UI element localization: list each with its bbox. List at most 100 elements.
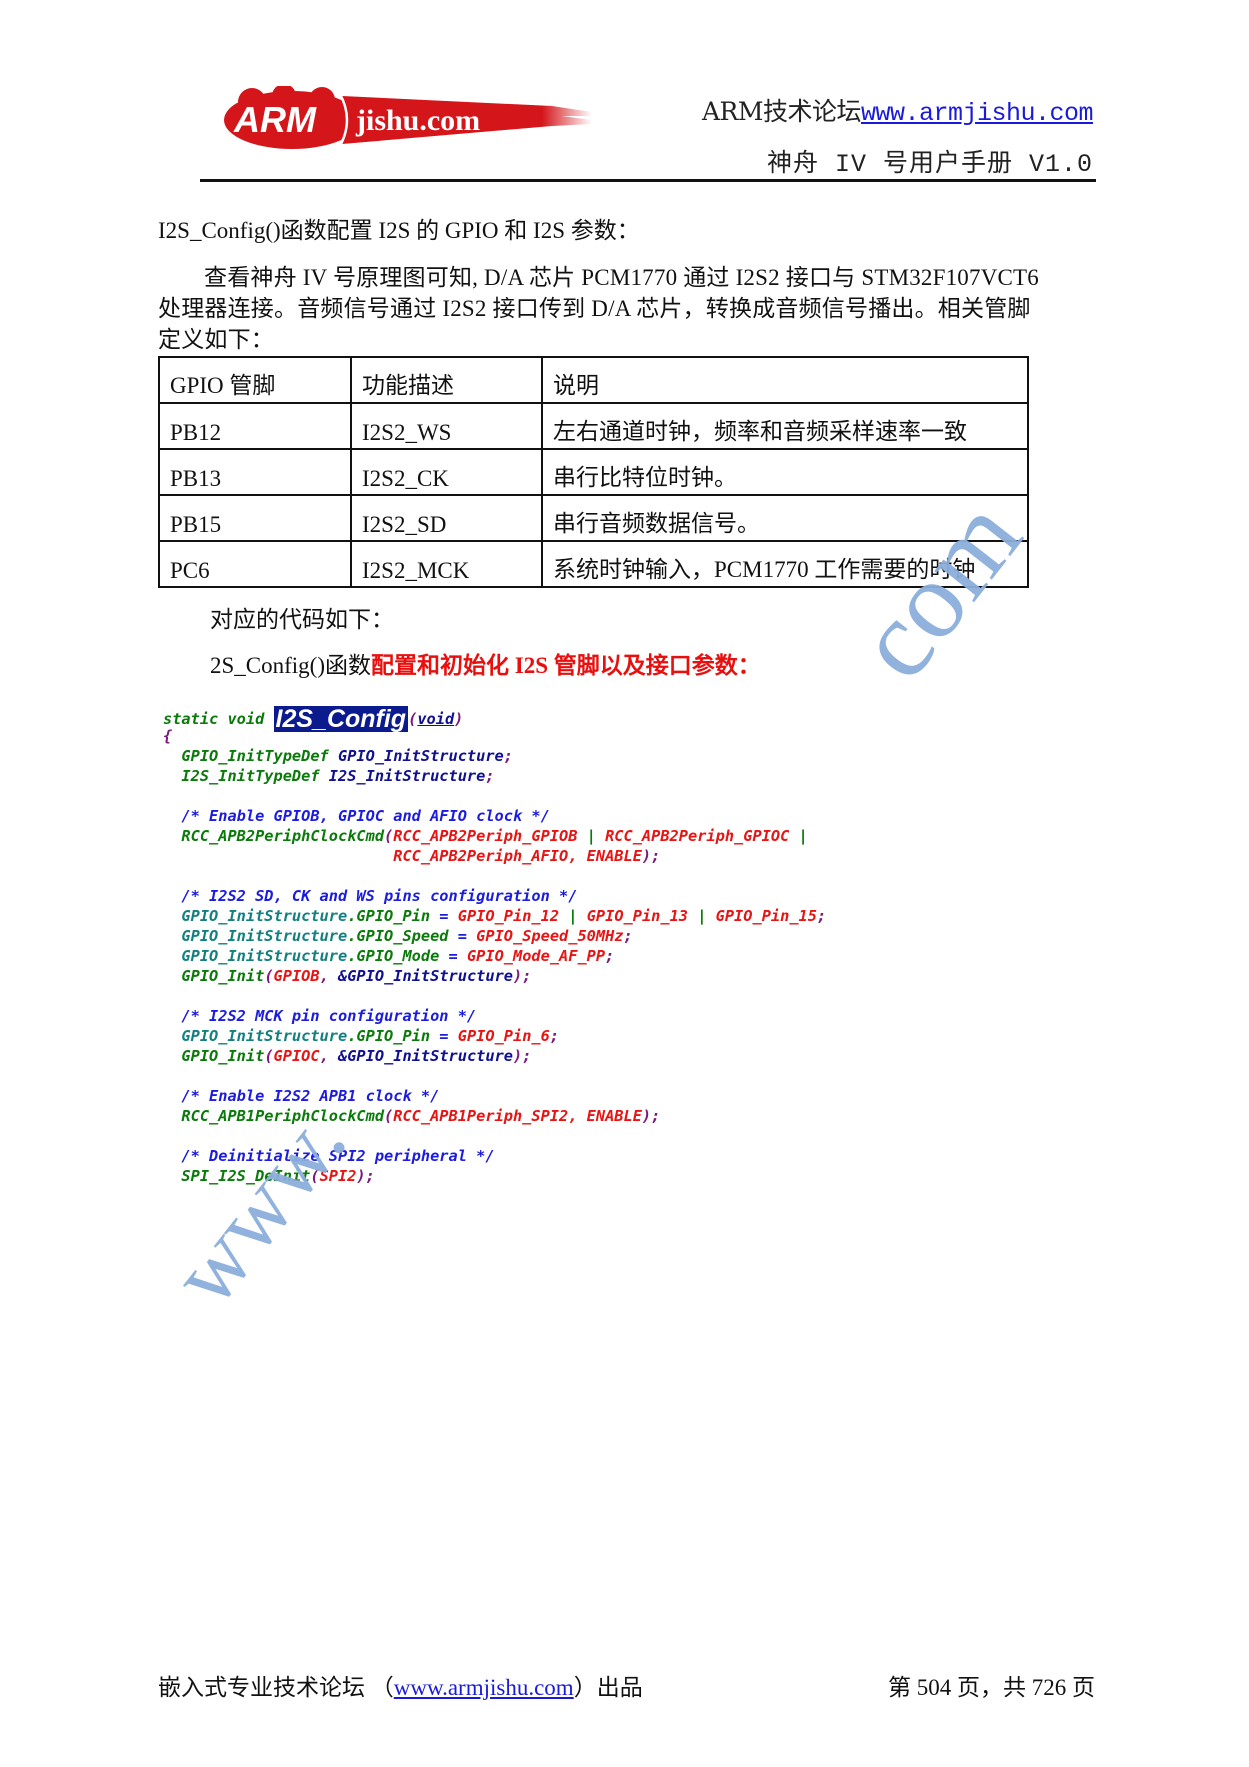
code-token: .GPIO_Speed (347, 927, 449, 945)
code-line: GPIO_Init(GPIOB, &GPIO_InitStructure); (163, 966, 826, 986)
code-token: &GPIO_InitStructure (338, 1047, 513, 1065)
code-token: | (577, 827, 606, 845)
code-token: GPIO_InitStructure (163, 907, 348, 925)
code-token: GPIO_Pin_15 (715, 907, 817, 925)
code-caption-emphasis: 配置和初始化 I2S 管脚以及接口参数： (371, 653, 761, 678)
table-cell: PB12 (158, 402, 352, 450)
footer-link[interactable]: www.armjishu.com (394, 1675, 574, 1700)
header-divider (200, 179, 1096, 182)
code-listing: static void I2S_Config (void){ GPIO_InitT… (163, 706, 826, 1186)
code-token: I2S_InitTypeDef (163, 767, 329, 785)
code-token: = (430, 907, 458, 925)
code-token: /* Enable GPIOB, GPIOC and AFIO clock */ (163, 807, 550, 825)
code-line: /* I2S2 MCK pin configuration */ (163, 1006, 826, 1026)
table-cell: 系统时钟输入，PCM1770 工作需要的时钟 (541, 540, 1029, 588)
code-token: GPIO_InitStructure (163, 1027, 348, 1045)
code-caption-plain: 2S_Config()函数 (210, 653, 371, 678)
code-token: I2S_InitStructure (328, 767, 486, 785)
code-line: GPIO_Init(GPIOC, &GPIO_InitStructure); (163, 1046, 826, 1066)
code-line: RCC_APB2Periph_AFIO, ENABLE); (163, 846, 826, 866)
code-token: ) (454, 710, 464, 728)
code-token: ; (485, 767, 495, 785)
code-token: ; (605, 947, 615, 965)
table-row: PB12 I2S2_WS 左右通道时钟，频率和音频采样速率一致 (158, 402, 1029, 450)
code-token: /* I2S2 SD, CK and WS pins configuration… (163, 887, 578, 905)
code-token: ; (549, 1027, 560, 1045)
code-token: GPIO_Init (163, 967, 265, 985)
code-token: = (430, 1027, 458, 1045)
code-token: .GPIO_Pin (347, 1027, 431, 1045)
code-line: RCC_APB1PeriphClockCmd(RCC_APB1Periph_SP… (163, 1106, 826, 1126)
footer-prefix: 嵌入式专业技术论坛 （ (158, 1675, 394, 1700)
code-token: void (417, 710, 455, 728)
code-token: static void (163, 710, 274, 728)
code-line: RCC_APB2PeriphClockCmd(RCC_APB2Periph_GP… (163, 826, 826, 846)
footer-suffix: ）出品 (573, 1675, 643, 1700)
gpio-pin-table: GPIO 管脚 功能描述 说明 PB12 I2S2_WS 左右通道时钟，频率和音… (158, 356, 1029, 588)
code-token: { (163, 727, 173, 745)
forum-label: ARM技术论坛 (701, 97, 861, 126)
code-token: ( (408, 710, 418, 728)
code-line: /* Enable I2S2 APB1 clock */ (163, 1086, 826, 1106)
table-row: PB15 I2S2_SD 串行音频数据信号。 (158, 494, 1029, 542)
code-token: = (448, 927, 477, 945)
code-line: I2S_InitTypeDef I2S_InitStructure; (163, 766, 826, 786)
code-token: ( (384, 827, 394, 845)
code-token: ); (513, 967, 532, 985)
code-line: /* Enable GPIOB, GPIOC and AFIO clock */ (163, 806, 826, 826)
table-cell: I2S2_WS (350, 402, 543, 450)
function-name-highlight: I2S_Config (273, 705, 409, 733)
code-token: SPI_I2S_DeInit (163, 1167, 311, 1185)
logo-site-text: jishu.com (355, 104, 480, 137)
code-token: SPI2 (319, 1167, 357, 1185)
table-cell: I2S2_MCK (350, 540, 543, 588)
code-token: ); (356, 1167, 375, 1185)
code-token: ); (641, 847, 661, 865)
code-token: GPIO_Init (163, 1047, 265, 1065)
code-token: | (559, 907, 587, 925)
intro-line: 处理器连接。音频信号通过 I2S2 接口传到 D/A 芯片，转换成音频信号播出。… (158, 296, 1031, 321)
code-token: GPIO_InitStructure (163, 947, 348, 965)
table-header-cell: 功能描述 (350, 356, 543, 404)
table-row: PB13 I2S2_CK 串行比特位时钟。 (158, 448, 1029, 496)
code-token: RCC_APB2Periph_AFIO, ENABLE (393, 847, 642, 865)
intro-paragraph: 查看神舟 IV 号原理图可知, D/A 芯片 PCM1770 通过 I2S2 接… (158, 262, 1118, 355)
code-token: ; (503, 747, 513, 765)
armjishu-logo: ARM jishu.com (224, 86, 592, 149)
code-line: GPIO_InitStructure.GPIO_Speed = GPIO_Spe… (163, 926, 826, 946)
code-token: GPIO_Pin_13 (586, 907, 688, 925)
forum-link[interactable]: www.armjishu.com (861, 99, 1094, 128)
code-token: ( (264, 967, 274, 985)
code-token: GPIO_InitStructure (163, 927, 348, 945)
code-token: GPIO_InitStructure (337, 747, 504, 765)
code-token: GPIO_Pin_6 (457, 1027, 550, 1045)
code-token: &GPIO_InitStructure (338, 967, 513, 985)
code-token: /* Deinitialize SPI2 peripheral */ (163, 1147, 495, 1165)
code-token: | (688, 907, 716, 925)
code-line: /* I2S2 SD, CK and WS pins configuration… (163, 886, 826, 906)
code-token: ); (513, 1047, 532, 1065)
code-line: /* Deinitialize SPI2 peripheral */ (163, 1146, 826, 1166)
code-token: GPIO_InitTypeDef (163, 747, 338, 765)
table-cell: I2S2_CK (350, 448, 543, 496)
code-token: ( (310, 1167, 320, 1185)
table-cell: PB15 (158, 494, 352, 542)
code-token: ; (816, 907, 827, 925)
code-token: GPIOB (273, 967, 320, 985)
code-line: static void I2S_Config (void) (163, 706, 826, 732)
code-token: ( (384, 1107, 394, 1125)
table-header-cell: 说明 (541, 356, 1029, 404)
code-token: /* Enable I2S2 APB1 clock */ (163, 1087, 440, 1105)
table-cell: I2S2_SD (350, 494, 543, 542)
table-row: PC6 I2S2_MCK 系统时钟输入，PCM1770 工作需要的时钟 (158, 540, 1029, 588)
code-token: GPIO_Speed_50MHz (476, 927, 624, 945)
code-caption: 2S_Config()函数配置和初始化 I2S 管脚以及接口参数： (210, 650, 761, 681)
table-header-cell: GPIO 管脚 (158, 356, 352, 404)
code-token: RCC_APB2PeriphClockCmd (163, 827, 385, 845)
code-line: GPIO_InitStructure.GPIO_Pin = GPIO_Pin_6… (163, 1026, 826, 1046)
code-line: SPI_I2S_DeInit(SPI2); (163, 1166, 826, 1186)
code-token: | (789, 827, 808, 845)
